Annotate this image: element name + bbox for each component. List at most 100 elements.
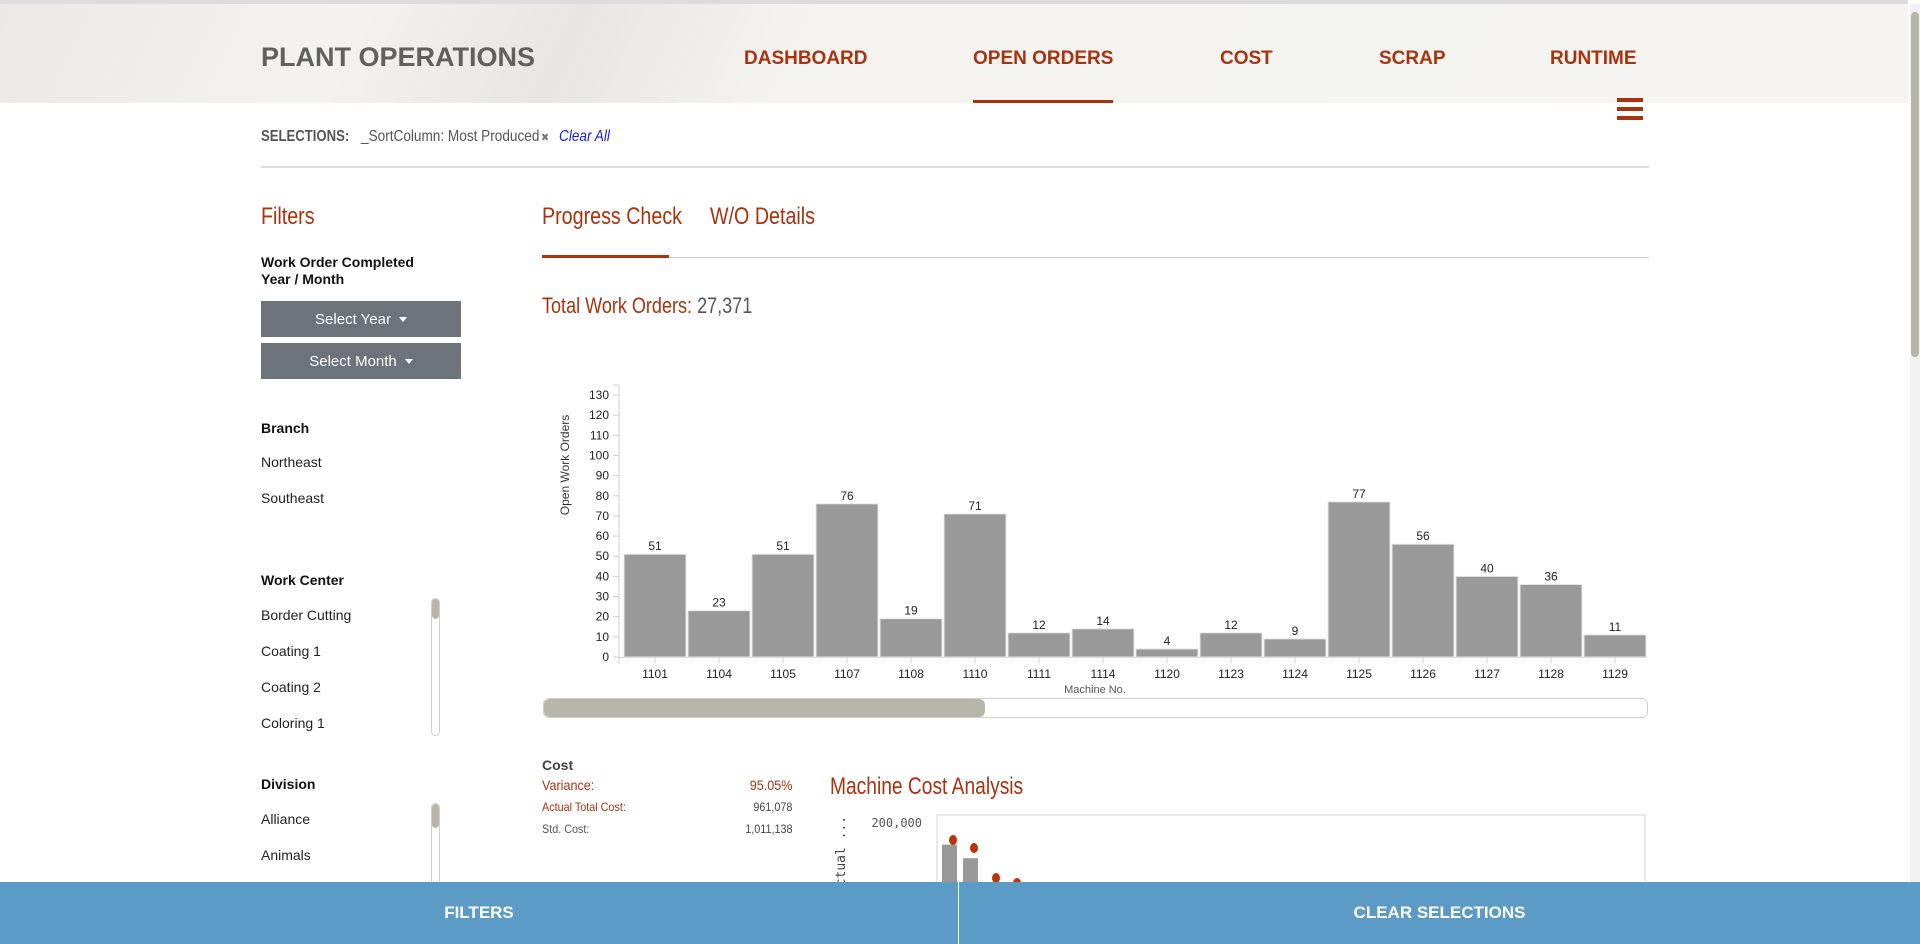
clear-selections-button[interactable]: CLEAR SELECTIONS bbox=[959, 882, 1920, 944]
bar-value-label: 51 bbox=[776, 539, 790, 553]
bar bbox=[1327, 501, 1391, 658]
caret-down-icon bbox=[398, 316, 407, 322]
actual-total-cost-row: Actual Total Cost: 961,078 bbox=[542, 800, 792, 814]
date-filter-title: Work Order Completed Year / Month bbox=[261, 254, 414, 288]
nav-scrap[interactable]: SCRAP bbox=[1379, 48, 1446, 70]
clear-all-link[interactable]: Clear All bbox=[559, 128, 610, 146]
y-tick-label: 80 bbox=[596, 489, 610, 503]
bar bbox=[623, 553, 687, 658]
y-tick-label: 70 bbox=[596, 509, 610, 523]
bar bbox=[963, 858, 978, 885]
y-tick-label: 20 bbox=[596, 610, 610, 624]
x-tick-label: 1128 bbox=[1538, 667, 1564, 681]
x-tick-label: 1126 bbox=[1410, 667, 1436, 681]
y-tick-label: 0 bbox=[602, 650, 609, 664]
division-scrollbar[interactable] bbox=[431, 803, 440, 893]
selection-chip-text: _SortColumn: Most Produced bbox=[361, 128, 540, 145]
tab-wo-details[interactable]: W/O Details bbox=[710, 203, 815, 231]
cost-variance-row: Variance: 95.05% bbox=[542, 777, 792, 793]
y-tick-label: 10 bbox=[596, 630, 610, 644]
tab-progress-check[interactable]: Progress Check bbox=[542, 203, 682, 231]
close-icon[interactable]: ✖ bbox=[541, 132, 549, 144]
bar bbox=[1391, 543, 1455, 658]
cost-label: Actual Total Cost: bbox=[542, 800, 626, 814]
total-work-orders: Total Work Orders: 27,371 bbox=[542, 293, 752, 319]
x-tick-label: 1124 bbox=[1282, 667, 1308, 681]
footer-bar: FILTERS CLEAR SELECTIONS bbox=[0, 882, 1920, 944]
cost-value: 961,078 bbox=[752, 800, 792, 814]
scrollbar-thumb[interactable] bbox=[432, 804, 439, 828]
work-center-filter-title: Work Center bbox=[261, 572, 344, 588]
branch-filter-title: Branch bbox=[261, 420, 310, 436]
hamburger-icon[interactable] bbox=[1617, 98, 1643, 120]
caret-down-icon bbox=[404, 358, 413, 364]
cost-label: Variance: bbox=[542, 777, 595, 793]
x-tick-label: 1108 bbox=[898, 667, 924, 681]
data-point bbox=[970, 843, 978, 853]
x-tick-label: 1111 bbox=[1027, 667, 1051, 681]
filter-option[interactable]: Coating 2 bbox=[261, 679, 321, 695]
page-scrollbar-thumb[interactable] bbox=[1911, 12, 1919, 357]
selections-bar: SELECTIONS: _SortColumn: Most Produced ✖ … bbox=[261, 125, 619, 149]
x-tick-label: 1125 bbox=[1346, 667, 1372, 681]
std-cost-row: Std. Cost: 1,011,138 bbox=[542, 822, 792, 836]
bar-value-label: 36 bbox=[1544, 569, 1558, 583]
bar-value-label: 77 bbox=[1352, 487, 1366, 501]
x-axis-label: Machine No. bbox=[1064, 684, 1126, 696]
filter-option[interactable]: Coating 1 bbox=[261, 643, 321, 659]
select-month-button[interactable]: Select Month bbox=[261, 343, 461, 379]
chart-scrollbar-thumb[interactable] bbox=[544, 699, 986, 717]
plot-area bbox=[936, 814, 1646, 885]
nav-cost[interactable]: COST bbox=[1220, 48, 1273, 70]
chart-scrollbar[interactable] bbox=[543, 698, 1648, 718]
select-month-label: Select Month bbox=[309, 352, 397, 370]
y-tick-label: 120 bbox=[589, 408, 609, 422]
data-point bbox=[949, 835, 957, 845]
select-year-label: Select Year bbox=[315, 310, 391, 328]
y-tick-label: 60 bbox=[596, 529, 610, 543]
x-tick-label: 1101 bbox=[642, 667, 668, 681]
nav-runtime[interactable]: RUNTIME bbox=[1550, 48, 1637, 70]
bar bbox=[1007, 632, 1071, 658]
bar-value-label: 12 bbox=[1224, 618, 1238, 632]
select-year-button[interactable]: Select Year bbox=[261, 301, 461, 337]
x-tick-label: 1114 bbox=[1091, 667, 1116, 681]
y-tick-label: 100 bbox=[589, 448, 609, 462]
filter-option[interactable]: Southeast bbox=[261, 490, 324, 506]
page-scrollbar[interactable] bbox=[1910, 4, 1920, 882]
filter-option[interactable]: Border Cutting bbox=[261, 607, 351, 623]
scrollbar-thumb[interactable] bbox=[432, 599, 439, 619]
work-center-scrollbar[interactable] bbox=[431, 598, 440, 736]
bar bbox=[1455, 575, 1519, 658]
date-filter-title-line1: Work Order Completed bbox=[261, 254, 414, 270]
filters-button[interactable]: FILTERS bbox=[0, 882, 959, 944]
bar bbox=[1071, 628, 1135, 658]
bar-value-label: 40 bbox=[1480, 561, 1494, 575]
y-axis-label: Open Work Orders bbox=[558, 415, 572, 515]
y-tick-label: 200,000 bbox=[871, 816, 922, 830]
filter-option[interactable]: Animals bbox=[261, 847, 311, 863]
bar bbox=[687, 610, 751, 658]
selections-label: SELECTIONS: bbox=[261, 128, 350, 145]
y-tick-label: 30 bbox=[596, 590, 610, 604]
y-tick-label: 90 bbox=[596, 469, 610, 483]
cost-value: 1,011,138 bbox=[744, 822, 792, 836]
app-header: PLANT OPERATIONS DASHBOARD OPEN ORDERS C… bbox=[0, 0, 1908, 103]
bar-value-label: 12 bbox=[1032, 618, 1046, 632]
filter-option[interactable]: Northeast bbox=[261, 454, 322, 470]
bar bbox=[1583, 634, 1647, 658]
bar-value-label: 23 bbox=[712, 596, 726, 610]
machine-cost-analysis-chart: Actual ... 200,000 bbox=[834, 814, 1646, 885]
nav-open-orders[interactable]: OPEN ORDERS bbox=[973, 48, 1113, 70]
filter-option[interactable]: Alliance bbox=[261, 811, 310, 827]
y-axis-label: Actual ... bbox=[834, 816, 849, 885]
cost-value: 95.05% bbox=[749, 777, 792, 793]
bar bbox=[942, 844, 957, 885]
nav-active-indicator bbox=[973, 100, 1113, 103]
filter-option[interactable]: Coloring 1 bbox=[261, 715, 325, 731]
nav-dashboard[interactable]: DASHBOARD bbox=[744, 48, 868, 70]
selection-chip[interactable]: _SortColumn: Most Produced ✖ bbox=[361, 128, 549, 146]
bar-value-label: 11 bbox=[1609, 620, 1622, 634]
bar bbox=[943, 513, 1007, 658]
bar-value-label: 9 bbox=[1292, 624, 1299, 638]
